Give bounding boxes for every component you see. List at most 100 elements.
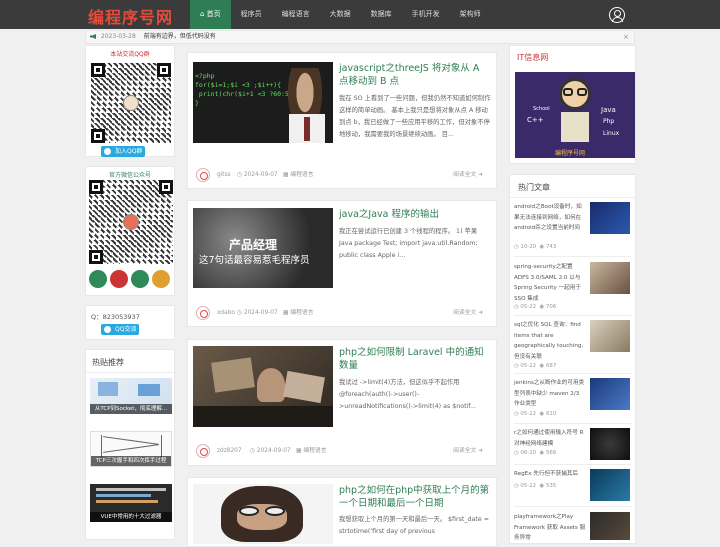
hot-article-meta: ◷ 06-20 ◉ 566 xyxy=(514,450,557,456)
hot-post-caption[interactable]: 从TCP到Socket，彻底理解... xyxy=(90,404,172,414)
hot-article-title[interactable]: jenkins之从断作业的可用类型列表中缺少 maven 2/3 作业类型 xyxy=(514,378,586,410)
menu-item-home[interactable]: ⌂ 首页 xyxy=(190,0,231,29)
post-category[interactable]: ▦ 编程语言 xyxy=(283,168,314,182)
author-avatar[interactable] xyxy=(196,444,210,458)
read-more-link[interactable]: 阅读全文 ➜ xyxy=(453,444,483,458)
qq-group-qrcode xyxy=(91,63,171,143)
menu-item-architect[interactable]: 架构师 xyxy=(450,0,491,29)
hot-article-meta: ◷ 10-20 ◉ 743 xyxy=(514,244,557,250)
hot-post-caption[interactable]: VUE中常用的十大过滤器 xyxy=(90,512,172,522)
author-avatar[interactable] xyxy=(196,168,210,182)
speaker-icon xyxy=(90,34,96,39)
qq-icon[interactable] xyxy=(110,270,128,288)
author-avatar[interactable] xyxy=(196,306,210,320)
hot-article-title[interactable]: RegEx 先行但不获捕其后 xyxy=(514,469,586,480)
qq-chat-button[interactable]: QQ交谈 xyxy=(101,324,140,335)
hot-article-thumbnail[interactable] xyxy=(590,202,630,234)
hot-article-title[interactable]: sql之优化 SQL 查询：find items that are geogra… xyxy=(514,320,586,362)
banner-text-java: Java xyxy=(601,106,616,114)
article-views: 687 xyxy=(545,363,557,369)
article-views: 706 xyxy=(545,304,557,310)
hot-post-thumbnail[interactable]: 从TCP到Socket，彻底理解... xyxy=(90,378,172,414)
post-author[interactable]: zdz8207 xyxy=(217,444,242,458)
post-title[interactable]: php之如何在php中获取上个月的第一个日期和最后一个日期 xyxy=(339,484,491,510)
post-thumbnail[interactable]: 产品经理 这7句话最容易惹毛程序员 xyxy=(193,208,333,288)
menu-item-label: 首页 xyxy=(206,10,221,18)
post-excerpt: 我想获取上个月的第一天和最后一天。 $first_date = strtotim… xyxy=(339,516,489,535)
post-author[interactable]: xdabo xyxy=(217,306,235,320)
post-meta: zdz8207 ◷ 2024-09-07 ▦ 编程语言 阅读全文 ➜ xyxy=(193,444,489,458)
article-views: 610 xyxy=(545,411,557,417)
menu-item-bigdata[interactable]: 大数据 xyxy=(320,0,361,29)
wechat-qrcode xyxy=(89,180,173,264)
hot-article-title[interactable]: playframework之Play Framework 获取 Assets 服… xyxy=(514,512,586,544)
article-date: 05-22 xyxy=(520,483,537,489)
hot-article-thumbnail[interactable] xyxy=(590,512,630,540)
menu-item-programmer[interactable]: 程序员 xyxy=(231,0,272,29)
hot-article-thumbnail[interactable] xyxy=(590,320,630,352)
read-more-text: 阅读全文 xyxy=(453,310,477,316)
post-category[interactable]: ▦ 编程语言 xyxy=(296,444,327,458)
hot-post-thumbnail[interactable]: VUE中常用的十大过滤器 xyxy=(90,484,172,522)
hot-article-thumbnail[interactable] xyxy=(590,378,630,410)
banner-text-c: C++ xyxy=(527,116,544,124)
post-category[interactable]: ▦ 编程语言 xyxy=(283,306,314,320)
post-thumbnail[interactable]: <?php for($i=1;$i <3 ;$i++){ print(chr($… xyxy=(193,62,333,143)
post-title[interactable]: php之如何限制 Laravel 中的通知数量 xyxy=(339,346,491,372)
hot-article-thumbnail[interactable] xyxy=(590,469,630,501)
top-navbar: 编程序号网 ⌂ 首页 程序员 编程语言 大数据 数据库 手机开发 架构师 xyxy=(0,0,720,29)
post-excerpt: 我正在尝试运行已创建 3 个线程的程序。 1) 苹果 Java package … xyxy=(339,228,478,259)
post-title[interactable]: java之Java 程序的输出 xyxy=(339,208,491,221)
read-more-link[interactable]: 阅读全文 ➜ xyxy=(453,168,483,182)
post-category-text: 编程语言 xyxy=(290,310,314,316)
post-date-text: 2024-09-07 xyxy=(243,172,278,178)
read-more-text: 阅读全文 xyxy=(453,172,477,178)
hot-post-thumbnail[interactable]: TCP三次握手和四次挥手过程 xyxy=(90,431,172,467)
notice-message[interactable]: 前端有边界，但低代码没有 xyxy=(144,33,216,40)
hot-article-thumbnail[interactable] xyxy=(590,428,630,460)
hot-articles-title: 热门文章 xyxy=(518,183,550,192)
article-views: 535 xyxy=(545,483,557,489)
hot-article-meta: ◷ 05-22 ◉ 687 xyxy=(514,363,557,369)
post-title[interactable]: javascript之threeJS 将对象从 A 点移动到 B 点 xyxy=(339,62,491,88)
notice-bar: 2023-03-28 前端有边界，但低代码没有 × xyxy=(85,30,635,44)
user-icon[interactable] xyxy=(609,7,625,23)
hot-article-title[interactable]: android之Boot设备时，如果无法连接到网络，如何在android杀之设置… xyxy=(514,202,586,234)
article-date: 06-20 xyxy=(520,450,537,456)
article-date: 05-22 xyxy=(520,304,537,310)
post-excerpt: 我在 SO 上看到了一些问题，但我仍然不知道如何制作这样的简单动画。 基本上我只… xyxy=(339,95,491,138)
hot-post-caption[interactable]: TCP三次握手和四次挥手过程 xyxy=(91,456,171,466)
site-logo[interactable]: 编程序号网 xyxy=(88,4,173,28)
post-author[interactable]: gitss xyxy=(217,168,231,182)
wechat-card: 官方微信公众号 xyxy=(85,166,175,296)
wechat-icon[interactable] xyxy=(152,270,170,288)
close-icon[interactable]: × xyxy=(623,31,629,43)
banner-text-linux: Linux xyxy=(603,130,620,137)
menu-item-languages[interactable]: 编程语言 xyxy=(272,0,320,29)
hot-posts-title: 热贴推荐 xyxy=(92,358,124,367)
join-qq-group-button[interactable]: 加入QQ群 xyxy=(101,146,146,157)
it-info-banner[interactable]: C++ Java Php Linux School 编程序号网 xyxy=(515,72,635,158)
hot-article-title[interactable]: r之如何通过使用输入符号 R 对神经网络建模 xyxy=(514,428,586,449)
hot-article-thumbnail[interactable] xyxy=(590,262,630,294)
post-thumbnail[interactable] xyxy=(193,346,333,427)
menu-item-mobile[interactable]: 手机开发 xyxy=(402,0,450,29)
qq-group-card: 本站交流QQ群 加入QQ群 xyxy=(85,45,175,157)
article-views: 566 xyxy=(545,450,557,456)
post-date: ◷ 2024-09-07 xyxy=(237,172,278,178)
banner-site-name: 编程序号网 xyxy=(555,150,586,157)
menu-item-database[interactable]: 数据库 xyxy=(361,0,402,29)
qq-icon[interactable] xyxy=(131,270,149,288)
post-thumbnail[interactable] xyxy=(193,484,333,544)
banner-text-school: School xyxy=(533,106,550,112)
user-icon[interactable] xyxy=(89,270,107,288)
it-info-title: IT信息网 xyxy=(517,53,549,62)
post-date-text: 2024-09-07 xyxy=(243,310,278,316)
hot-article-title[interactable]: spring-security之配置ADFS 3.0/SAML 2.0 以与 S… xyxy=(514,262,586,304)
wechat-title: 官方微信公众号 xyxy=(108,172,151,179)
read-more-link[interactable]: 阅读全文 ➜ xyxy=(453,306,483,320)
banner-text-php: Php xyxy=(603,118,615,125)
article-date: 05-22 xyxy=(520,411,537,417)
post-image-subtitle: 这7句话最容易惹毛程序员 xyxy=(199,255,310,266)
notice-date: 2023-03-28 xyxy=(100,33,136,40)
